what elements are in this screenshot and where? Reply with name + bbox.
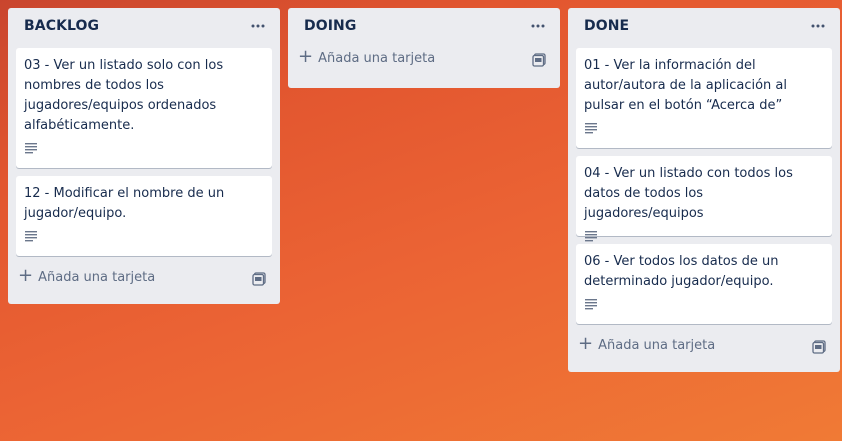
- list-header[interactable]: DOING: [296, 8, 552, 48]
- more-horizontal-icon[interactable]: [528, 18, 548, 34]
- description-icon: [24, 142, 38, 154]
- card[interactable]: 12 - Modificar el nombre de un jugador/e…: [16, 176, 272, 256]
- card-template-icon[interactable]: [812, 340, 828, 356]
- description-icon: [584, 230, 598, 242]
- add-card-label: Añada una tarjeta: [318, 50, 436, 66]
- add-card-row: + Añada una tarjeta: [296, 48, 552, 80]
- add-card-button[interactable]: + Añada una tarjeta: [298, 46, 436, 67]
- add-card-button[interactable]: + Añada una tarjeta: [578, 333, 716, 354]
- plus-icon: +: [578, 333, 594, 354]
- list-backlog: BACKLOG 03 - Ver un listado solo con los…: [8, 8, 280, 304]
- add-card-row: + Añada una tarjeta: [576, 332, 832, 364]
- list-title[interactable]: DOING: [304, 18, 356, 34]
- card[interactable]: 03 - Ver un listado solo con los nombres…: [16, 48, 272, 168]
- list-header[interactable]: DONE: [576, 8, 832, 48]
- card-badges: [24, 140, 264, 156]
- add-card-row: + Añada una tarjeta: [16, 264, 272, 296]
- card-badges: [584, 120, 824, 136]
- card[interactable]: 04 - Ver un listado con todos los datos …: [576, 156, 832, 242]
- list-header[interactable]: BACKLOG: [16, 8, 272, 48]
- add-card-label: Añada una tarjeta: [38, 269, 156, 285]
- card-template-icon[interactable]: [252, 272, 268, 288]
- card[interactable]: 06 - Ver todos los datos de un determina…: [576, 244, 832, 324]
- card-template-icon[interactable]: [532, 53, 548, 69]
- add-card-label: Añada una tarjeta: [598, 337, 716, 353]
- description-icon: [24, 230, 38, 242]
- more-horizontal-icon[interactable]: [248, 18, 268, 34]
- add-card-button[interactable]: + Añada una tarjeta: [18, 265, 156, 286]
- board: BACKLOG 03 - Ver un listado solo con los…: [0, 0, 842, 441]
- list-done: DONE 01 - Ver la información del autor/a…: [568, 8, 840, 372]
- plus-icon: +: [298, 46, 314, 67]
- list-title[interactable]: DONE: [584, 18, 629, 34]
- card-title: 06 - Ver todos los datos de un determina…: [584, 254, 779, 289]
- card-badges: [584, 228, 824, 244]
- list-doing: DOING + Añada una tarjeta: [288, 8, 560, 88]
- more-horizontal-icon[interactable]: [808, 18, 828, 34]
- plus-icon: +: [18, 265, 34, 286]
- description-icon: [584, 298, 598, 310]
- list-title[interactable]: BACKLOG: [24, 18, 99, 34]
- card-title: 01 - Ver la información del autor/autora…: [584, 58, 787, 113]
- card-title: 03 - Ver un listado solo con los nombres…: [24, 58, 224, 133]
- card[interactable]: 01 - Ver la información del autor/autora…: [576, 48, 832, 148]
- card-badges: [584, 296, 824, 312]
- card-title: 04 - Ver un listado con todos los datos …: [584, 166, 793, 221]
- card-title: 12 - Modificar el nombre de un jugador/e…: [24, 186, 225, 221]
- description-icon: [584, 122, 598, 134]
- card-badges: [24, 228, 264, 244]
